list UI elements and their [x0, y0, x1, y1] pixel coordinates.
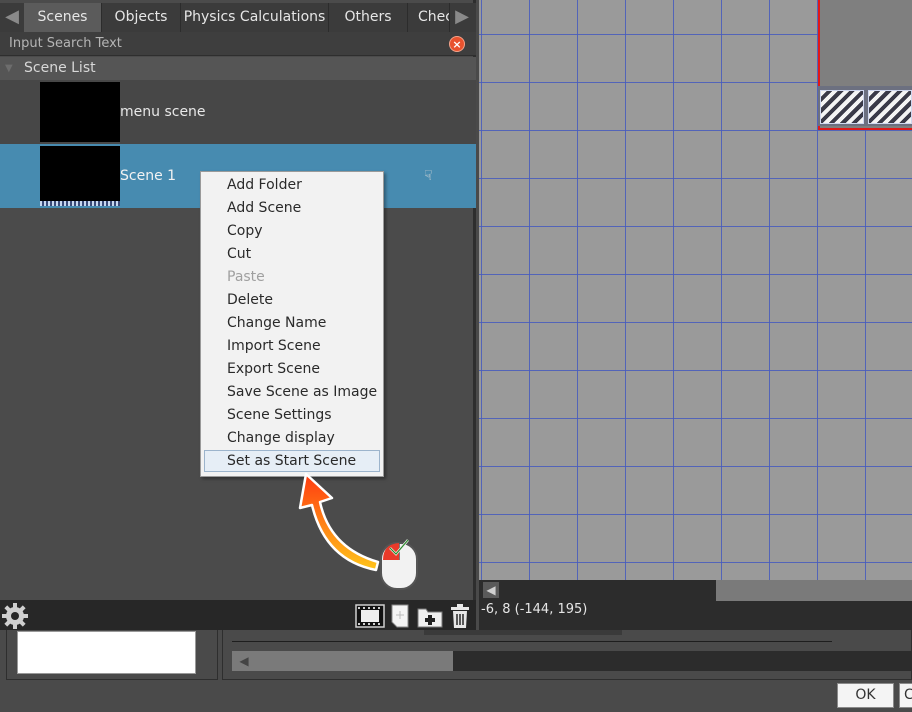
- context-menu: Add Folder Add Scene Copy Cut Paste Delete Cha…: [200, 171, 384, 477]
- menu-item-import-scene[interactable]: Import Scene: [204, 335, 380, 357]
- tab-prev-arrow-icon[interactable]: ◀: [0, 3, 24, 32]
- annotation-arrow-icon: [298, 472, 380, 572]
- menu-item-add-folder[interactable]: Add Folder: [204, 174, 380, 196]
- region-border: [818, 128, 912, 130]
- cancel-button[interactable]: C: [899, 683, 912, 708]
- scrollbar-thumb[interactable]: [232, 651, 453, 671]
- scroll-left-icon[interactable]: ◀: [483, 582, 499, 598]
- menu-item-change-display[interactable]: Change display: [204, 427, 380, 449]
- tile-strip: [818, 86, 912, 126]
- tile: [820, 90, 864, 124]
- menu-item-export-scene[interactable]: Export Scene: [204, 358, 380, 380]
- search-input[interactable]: [0, 32, 440, 55]
- thumbnail-tile-strip: [40, 201, 120, 206]
- tab-bar: ◀ Scenes Objects Physics Calculations Ot…: [0, 3, 476, 32]
- tab-scenes[interactable]: Scenes: [24, 3, 102, 32]
- cursor-icon: ☟: [424, 168, 433, 184]
- tab-others[interactable]: Others: [329, 3, 408, 32]
- tab-next-arrow-icon[interactable]: ▶: [450, 3, 474, 32]
- scroll-left-icon[interactable]: ◀: [236, 653, 252, 669]
- cursor-coordinates: -6, 8 (-144, 195): [481, 602, 588, 617]
- menu-item-paste: Paste: [227, 269, 265, 285]
- scene-thumbnail: [40, 146, 120, 206]
- mouse-icon: [380, 539, 418, 590]
- trash-icon[interactable]: [448, 603, 472, 629]
- ok-button[interactable]: OK: [837, 683, 894, 708]
- timeline-tab: [424, 630, 622, 635]
- menu-item-delete[interactable]: Delete: [204, 289, 380, 311]
- clear-search-icon[interactable]: ×: [449, 36, 465, 52]
- scrollbar-track[interactable]: [479, 580, 716, 601]
- divider: [232, 641, 832, 642]
- canvas-horizontal-scrollbar[interactable]: ◀: [479, 580, 912, 601]
- menu-item-copy[interactable]: Copy: [204, 220, 380, 242]
- menu-item-add-scene[interactable]: Add Scene: [204, 197, 380, 219]
- menu-item-set-as-start-scene[interactable]: Set as Start Scene: [204, 450, 380, 472]
- timeline-scrollbar[interactable]: ◀: [232, 651, 912, 671]
- scene-canvas[interactable]: [479, 0, 912, 580]
- menu-item-change-name[interactable]: Change Name: [204, 312, 380, 334]
- scene-name: menu scene: [120, 104, 206, 120]
- tab-objects[interactable]: Objects: [102, 3, 181, 32]
- menu-item-save-scene-as-image[interactable]: Save Scene as Image: [204, 381, 380, 403]
- scene-list-title: Scene List: [24, 60, 96, 76]
- search-bar: ×: [0, 32, 476, 56]
- editor-window: ◀ Scenes Objects Physics Calculations Ot…: [0, 0, 912, 712]
- tab-check[interactable]: Checl: [408, 3, 450, 32]
- menu-item-scene-settings[interactable]: Scene Settings: [204, 404, 380, 426]
- film-icon[interactable]: [355, 603, 385, 629]
- tab-physics-calculations[interactable]: Physics Calculations: [181, 3, 329, 32]
- scene-list-header[interactable]: ▼ Scene List: [0, 57, 476, 80]
- preview-box: [17, 631, 196, 674]
- scene-thumbnail: [40, 82, 120, 142]
- collapse-caret-icon[interactable]: ▼: [5, 57, 13, 80]
- gear-icon[interactable]: [1, 602, 29, 630]
- new-folder-icon[interactable]: [416, 603, 444, 629]
- scene-row-menu-scene[interactable]: menu scene: [0, 80, 476, 144]
- scene-name: Scene 1: [120, 168, 177, 184]
- tile: [868, 90, 912, 124]
- menu-item-cut[interactable]: Cut: [204, 243, 380, 265]
- new-scene-icon[interactable]: [389, 603, 411, 629]
